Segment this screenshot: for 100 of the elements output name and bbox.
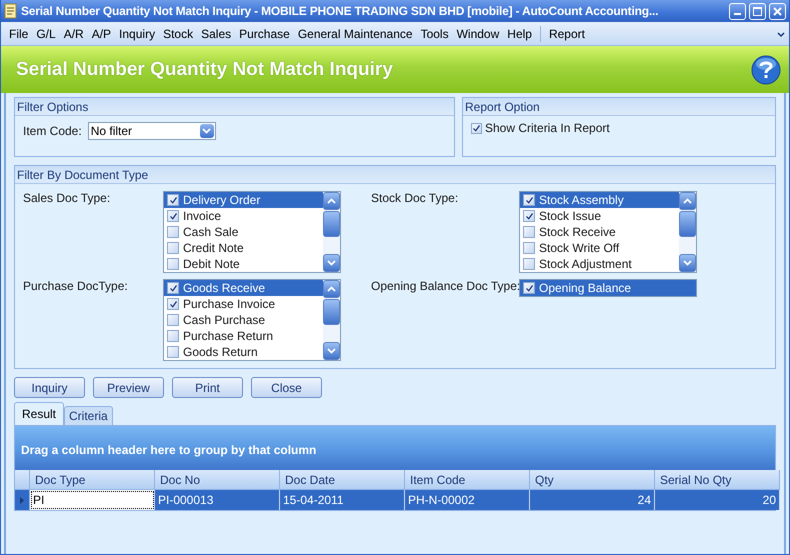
checkbox[interactable] (523, 258, 535, 270)
checkbox[interactable] (523, 210, 535, 222)
item-code-dropdown[interactable]: No filter (88, 122, 216, 140)
list-item[interactable]: Credit Note (164, 240, 323, 256)
item-label: Stock Assembly (539, 193, 624, 207)
item-label: Delivery Order (183, 193, 260, 207)
item-label: Goods Return (183, 345, 258, 359)
chevron-down-icon (202, 128, 212, 134)
scrollbar[interactable] (323, 192, 340, 272)
menu-item[interactable]: Report (544, 24, 589, 42)
item-label: Cash Sale (183, 225, 238, 239)
tab[interactable]: Criteria (64, 406, 113, 425)
menu-item[interactable]: Window (452, 24, 504, 42)
list-item[interactable]: Stock Assembly (520, 192, 679, 208)
menu-item[interactable]: Tools (416, 24, 453, 42)
list-item[interactable]: Delivery Order (164, 192, 323, 208)
table-cell: 24 (530, 490, 655, 510)
checkbox[interactable] (167, 226, 179, 238)
menu-item[interactable]: Stock (159, 24, 198, 42)
list-item[interactable]: Goods Return (164, 344, 323, 360)
list-item[interactable]: Invoice (164, 208, 323, 224)
item-label: Stock Receive (539, 225, 616, 239)
list-item[interactable]: Debit Note (164, 256, 323, 272)
menu-item[interactable]: General Maintenance (294, 24, 417, 42)
list-item[interactable]: Purchase Invoice (164, 296, 323, 312)
list-item[interactable]: Goods Receive (164, 280, 323, 296)
action-button[interactable]: Print (172, 377, 243, 398)
chevron-down-icon (327, 348, 336, 354)
list-item[interactable]: Cash Purchase (164, 312, 323, 328)
tab[interactable]: Result (14, 402, 64, 425)
close-button[interactable] (769, 2, 786, 20)
list-item[interactable]: Cash Sale (164, 224, 323, 240)
item-label: Stock Issue (539, 209, 602, 223)
checkbox[interactable] (167, 282, 179, 294)
checkbox[interactable] (167, 242, 179, 254)
panel-title: Report Option (463, 98, 775, 116)
action-button[interactable]: Close (251, 377, 322, 398)
close-icon (773, 6, 782, 16)
menu-item[interactable]: A/R (60, 24, 88, 42)
checkbox[interactable] (523, 242, 535, 254)
item-label: Stock Adjustment (539, 257, 632, 271)
column-header[interactable]: Doc No (155, 470, 280, 490)
column-header[interactable]: Doc Type (30, 470, 155, 490)
checkbox[interactable] (167, 346, 179, 358)
scrollbar[interactable] (679, 192, 696, 272)
column-header[interactable]: Serial No Qty (655, 470, 780, 490)
scroll-thumb[interactable] (679, 211, 696, 237)
scroll-thumb[interactable] (323, 211, 340, 237)
menu-item[interactable]: G/L (32, 24, 60, 42)
action-button[interactable]: Inquiry (14, 377, 85, 398)
chevron-down-icon (327, 260, 336, 266)
maximize-button[interactable] (749, 2, 766, 20)
checkbox[interactable] (523, 226, 535, 238)
menu-item[interactable]: Purchase (235, 24, 294, 42)
chevron-up-icon (327, 198, 336, 204)
field-label: Stock Doc Type: (371, 191, 460, 205)
chevron-down-icon (683, 260, 692, 266)
minimize-button[interactable] (729, 2, 746, 20)
item-label: Goods Receive (183, 281, 266, 295)
menu-item[interactable]: A/P (88, 24, 116, 42)
chevron-up-icon (683, 198, 692, 204)
maximize-icon (753, 6, 762, 16)
current-row-icon (20, 496, 24, 504)
menu-item[interactable]: Inquiry (115, 24, 160, 42)
menu-item[interactable]: File (5, 24, 32, 42)
panel-title: Filter By Document Type (15, 166, 775, 184)
action-button[interactable]: Preview (93, 377, 164, 398)
checkbox[interactable] (167, 314, 179, 326)
app-icon (4, 3, 18, 19)
checkbox[interactable] (523, 194, 535, 206)
checkbox[interactable] (167, 330, 179, 342)
column-header[interactable]: Qty (530, 470, 655, 490)
checkbox[interactable] (167, 194, 179, 206)
table-cell: PH-N-00002 (405, 490, 530, 510)
checkbox[interactable] (167, 298, 179, 310)
list-item[interactable]: Opening Balance (520, 280, 696, 296)
item-label: Purchase Invoice (183, 297, 276, 311)
list-item[interactable]: Stock Write Off (520, 240, 679, 256)
field-label: Item Code: (23, 124, 82, 138)
checkbox[interactable] (523, 282, 535, 294)
table-cell: 20 (655, 490, 780, 510)
chevron-down-icon[interactable] (777, 32, 785, 38)
group-hint: Drag a column header here to group by that column (21, 443, 316, 457)
list-item[interactable]: Stock Adjustment (520, 256, 679, 272)
list-item[interactable]: Purchase Return (164, 328, 323, 344)
list-item[interactable]: Stock Issue (520, 208, 679, 224)
checkbox[interactable] (167, 258, 179, 270)
column-header[interactable]: Doc Date (280, 470, 405, 490)
table-cell: PI (30, 490, 155, 510)
scroll-thumb[interactable] (323, 299, 340, 325)
item-label: Purchase Return (183, 329, 274, 343)
scrollbar[interactable] (323, 280, 340, 360)
field-label: Sales Doc Type: (23, 191, 112, 205)
menu-item[interactable]: Sales (197, 24, 236, 42)
help-icon[interactable] (751, 54, 781, 84)
checkbox[interactable] (167, 210, 179, 222)
table-cell: 15-04-2011 (280, 490, 405, 510)
menu-item[interactable]: Help (503, 24, 536, 42)
column-header[interactable]: Item Code (405, 470, 530, 490)
list-item[interactable]: Stock Receive (520, 224, 679, 240)
